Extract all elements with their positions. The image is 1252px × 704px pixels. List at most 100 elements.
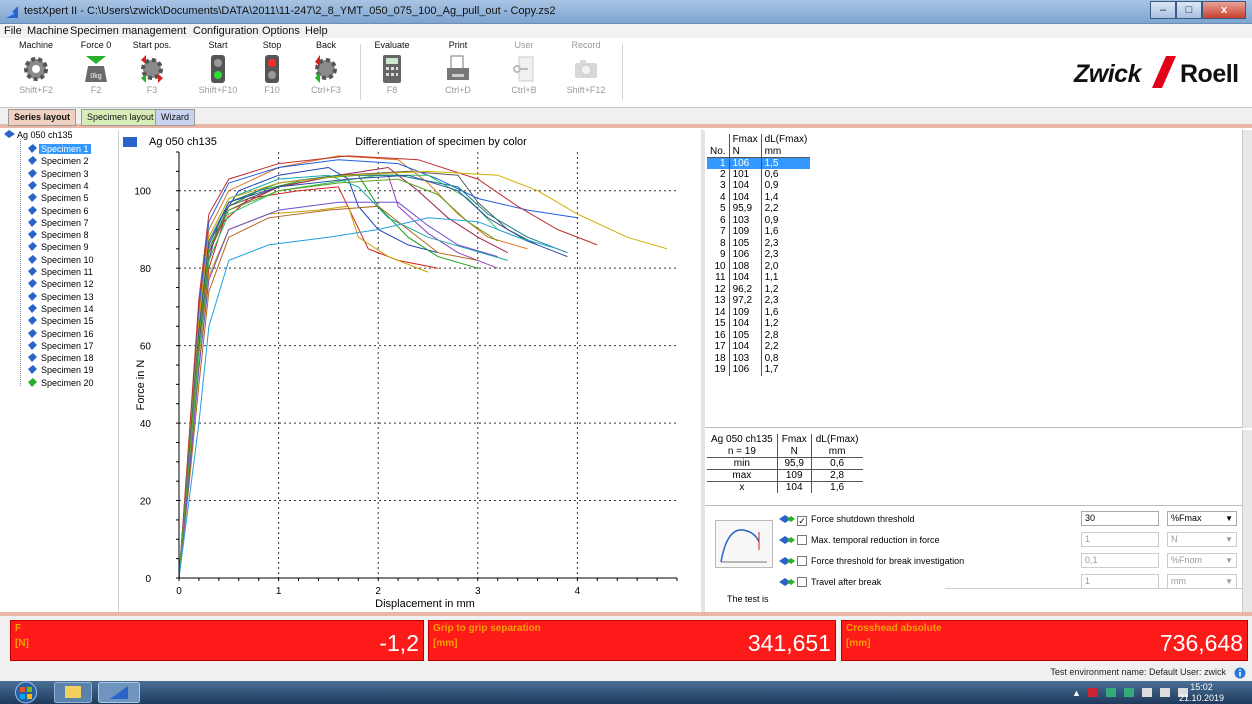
tree-item-specimen[interactable]: Specimen 20	[28, 377, 96, 389]
results-cell: 9	[720, 249, 726, 261]
tree-item-specimen[interactable]: Specimen 3	[28, 168, 91, 180]
statistics-header-cell: Ag 050 ch135	[711, 434, 773, 446]
tree-item-specimen[interactable]: Specimen 12	[28, 278, 96, 290]
system-tray-icons[interactable]: ▲	[1072, 685, 1192, 701]
tree-connector	[20, 139, 21, 386]
series-line	[178, 174, 478, 579]
tree-item-specimen[interactable]: Specimen 9	[28, 241, 91, 253]
tree-root-label: Ag 050 ch135	[17, 130, 73, 140]
force-zero-button[interactable]: Force 0 0kg F2	[66, 40, 126, 95]
results-row[interactable]: 9 106 2,3	[707, 249, 811, 261]
toolbar-separator	[622, 44, 623, 100]
tree-item-specimen[interactable]: Specimen 17	[28, 340, 96, 352]
results-row[interactable]: 10 108 2,0	[707, 260, 811, 272]
results-cell: 97,2	[728, 295, 762, 307]
statistics-scrollbar[interactable]	[1242, 430, 1252, 506]
evaluate-button[interactable]: Evaluate F8	[362, 40, 422, 95]
results-row[interactable]: 4 104 1,4	[707, 191, 811, 203]
results-row[interactable]: 12 96,2 1,2	[707, 283, 811, 295]
setting-value-input[interactable]: 0,1	[1081, 553, 1159, 568]
setting-unit-select[interactable]: %Fnom ▼	[1167, 553, 1237, 568]
results-row[interactable]: 3 104 0,9	[707, 180, 811, 192]
tree-item-specimen[interactable]: Specimen 18	[28, 352, 96, 364]
results-row[interactable]: 16 105 2,8	[707, 329, 811, 341]
tree-item-specimen[interactable]: Specimen 16	[28, 328, 96, 340]
setting-checkbox[interactable]	[797, 535, 807, 545]
machine-button[interactable]: Machine Shift+F2	[6, 40, 66, 95]
start-button[interactable]: Start Shift+F10	[188, 40, 248, 95]
info-icon[interactable]	[1234, 667, 1246, 679]
tab-specimen-layout[interactable]: Specimen layout	[81, 109, 160, 126]
results-header-cell: dL(Fmax)	[760, 134, 811, 146]
tree-item-specimen[interactable]: Specimen 7	[28, 217, 91, 229]
tree-item-specimen[interactable]: Specimen 15	[28, 315, 96, 327]
results-row[interactable]: 5 95,9 2,2	[707, 203, 811, 215]
setting-checkbox[interactable]	[797, 577, 807, 587]
results-row[interactable]: 13 97,2 2,3	[707, 295, 811, 307]
tray-clock[interactable]: 15:02 21.10.2019	[1179, 682, 1224, 704]
tree-item-specimen[interactable]: Specimen 6	[28, 205, 91, 217]
tree-item-label: Specimen 13	[41, 291, 94, 302]
minimize-button[interactable]: –	[1150, 1, 1176, 19]
setting-unit-select[interactable]: mm ▼	[1167, 574, 1237, 589]
record-button[interactable]: Record Shift+F12	[556, 40, 616, 95]
tree-item-specimen[interactable]: Specimen 5	[28, 192, 91, 204]
file-explorer-icon[interactable]	[54, 682, 92, 703]
results-row[interactable]: 6 103 0,9	[707, 214, 811, 226]
tree-item-specimen[interactable]: Specimen 14	[28, 303, 96, 315]
results-cell: 2	[720, 168, 726, 180]
setting-checkbox[interactable]: ✓	[797, 516, 807, 526]
maximize-button[interactable]: □	[1176, 1, 1202, 19]
tab-wizard[interactable]: Wizard	[155, 109, 196, 126]
settings-scrollbar[interactable]	[1242, 506, 1252, 612]
setting-value-input[interactable]: 1	[1081, 532, 1159, 547]
tree-item-specimen[interactable]: Specimen 19	[28, 364, 96, 376]
tree-item-specimen[interactable]: Specimen 1	[28, 143, 91, 155]
tree-item-specimen[interactable]: Specimen 2	[28, 155, 91, 167]
results-row[interactable]: 18 103 0,8	[707, 352, 811, 364]
close-button[interactable]: x	[1202, 1, 1246, 19]
results-row[interactable]: 14 109 1,6	[707, 306, 811, 318]
series-line	[178, 217, 558, 579]
start-position-button[interactable]: Start pos. F3	[122, 40, 182, 95]
tree-item-specimen[interactable]: Specimen 10	[28, 254, 96, 266]
results-header-row: Fmax dL(Fmax)	[707, 134, 811, 146]
menu-file[interactable]: File	[4, 25, 22, 37]
settings-caption: The test is	[727, 594, 769, 604]
results-row[interactable]: 11 104 1,1	[707, 272, 811, 284]
tab-series-layout[interactable]: Series layout	[8, 109, 77, 126]
results-row[interactable]: 17 104 2,2	[707, 341, 811, 353]
chevron-down-icon: ▼	[1225, 577, 1233, 586]
tree-root[interactable]: Ag 050 ch135	[4, 130, 73, 140]
tree-item-specimen[interactable]: Specimen 11	[28, 266, 95, 278]
menu-options[interactable]: Options	[262, 25, 300, 37]
results-row[interactable]: 15 104 1,2	[707, 318, 811, 330]
clock-time: 15:02	[1190, 682, 1213, 692]
user-button[interactable]: User Ctrl+B	[494, 40, 554, 95]
results-cell: 2,3	[760, 249, 811, 261]
results-row[interactable]: 19 106 1,7	[707, 364, 811, 376]
setting-unit-select[interactable]: %Fmax ▼	[1167, 511, 1237, 526]
setting-unit-select[interactable]: N ▼	[1167, 532, 1237, 547]
menu-configuration[interactable]: Configuration	[193, 25, 258, 37]
stop-button[interactable]: Stop F10	[242, 40, 302, 95]
tree-item-specimen[interactable]: Specimen 4	[28, 180, 91, 192]
tree-item-specimen[interactable]: Specimen 8	[28, 229, 91, 241]
testxpert-taskbar-icon[interactable]	[98, 682, 140, 703]
setting-checkbox[interactable]	[797, 556, 807, 566]
menu-specimen-management[interactable]: Specimen management	[70, 25, 186, 37]
results-row[interactable]: 8 105 2,3	[707, 237, 811, 249]
menu-help[interactable]: Help	[305, 25, 328, 37]
menu-machine[interactable]: Machine	[27, 25, 69, 37]
start-menu-icon[interactable]	[8, 681, 44, 704]
back-button[interactable]: Back Ctrl+F3	[296, 40, 356, 95]
tree-item-specimen[interactable]: Specimen 13	[28, 291, 96, 303]
tree-item-label: Specimen 19	[41, 365, 94, 376]
results-scrollbar[interactable]	[1242, 130, 1252, 428]
results-row[interactable]: 1 106 1,5	[707, 157, 811, 169]
results-row[interactable]: 7 109 1,6	[707, 226, 811, 238]
results-row[interactable]: 2 101 0,6	[707, 168, 811, 180]
setting-value-input[interactable]: 30	[1081, 511, 1159, 526]
print-button[interactable]: Print Ctrl+D	[428, 40, 488, 95]
setting-value-input[interactable]: 1	[1081, 574, 1159, 589]
